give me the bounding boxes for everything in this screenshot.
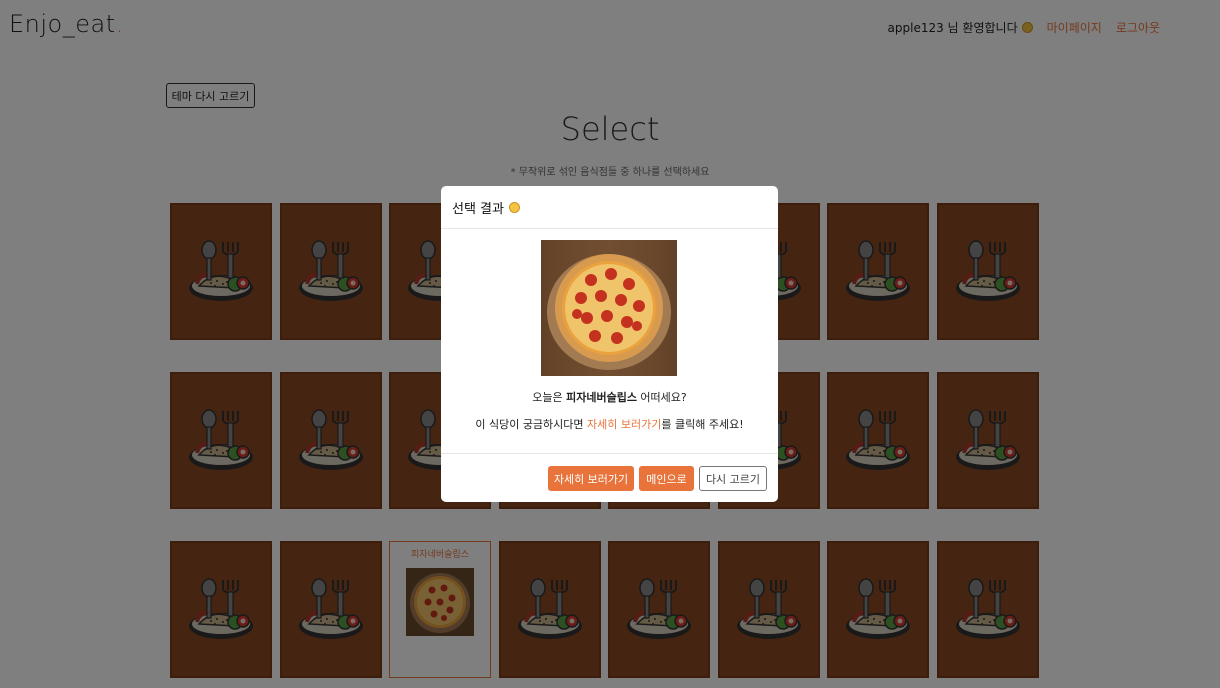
modal-title: 선택 결과 [452,201,504,217]
detail-hint-text: 이 식당이 궁금하시다면 자세히 보러가기를 클릭해 주세요! [475,418,744,431]
modal-footer: 자세히 보러가기 메인으로 다시 고르기 [441,453,778,502]
go-main-button[interactable]: 메인으로 [639,466,694,491]
recommendation-text: 오늘은 피자네버슬립스 어떠세요? [532,391,687,404]
view-details-button[interactable]: 자세히 보러가기 [548,466,634,491]
choose-again-button[interactable]: 다시 고르기 [699,466,767,491]
modal-header: 선택 결과 [441,186,778,229]
smile-emoji-icon [508,201,520,213]
result-modal: 선택 결과 오늘은 피자네버슬립스 어떠세요? 이 식당이 궁금하시다면 자세히… [441,186,778,502]
page: Enjo_eat. apple123 님 환영합니다 마이페이지 로그아웃 테마… [0,0,1220,688]
restaurant-name: 피자네버슬립스 [566,391,637,404]
pizza-image [541,240,677,376]
